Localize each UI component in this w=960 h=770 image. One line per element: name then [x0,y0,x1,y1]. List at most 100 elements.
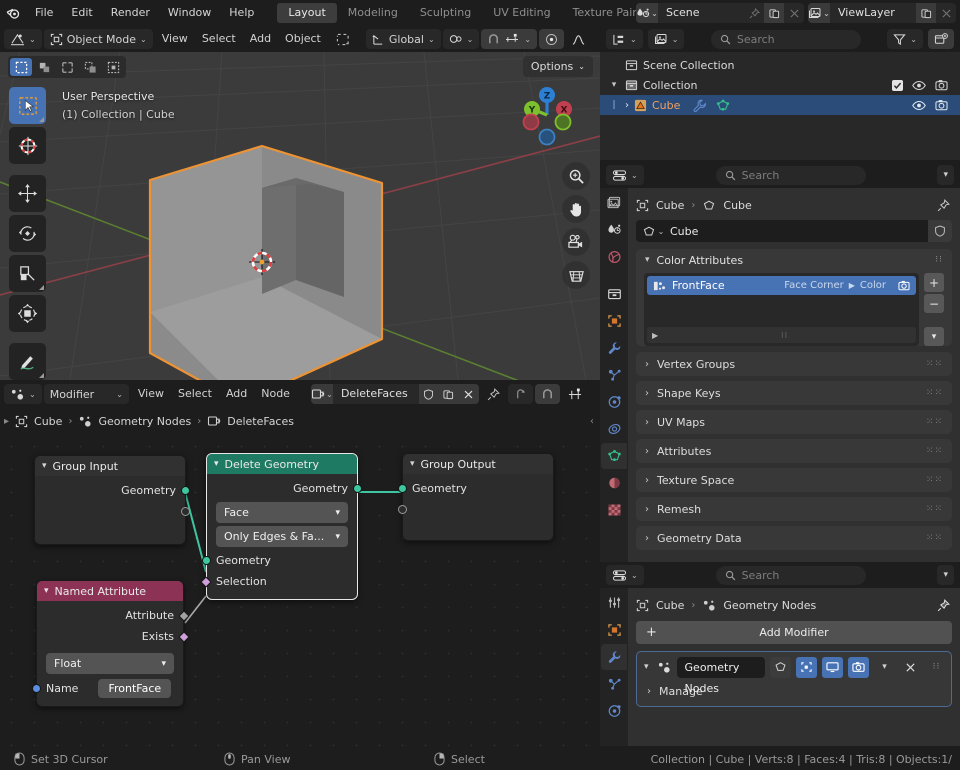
tab-scene[interactable] [601,281,627,307]
panel-drag-dots[interactable]: ⁙⁙ [926,359,943,369]
tab-particles[interactable] [601,362,627,388]
tab-output[interactable] [601,217,627,243]
node-snap-grid-icon[interactable] [562,384,588,404]
scene-icon[interactable]: ⌄ [636,3,658,23]
select-tweak-icon[interactable] [33,58,55,76]
outliner-display-mode-selector[interactable]: ⌄ [647,29,685,49]
snapping-controls[interactable]: ⌄ [481,29,538,49]
tab-physics[interactable] [601,389,627,415]
socket-row-geometry-out[interactable]: Geometry [207,478,362,499]
outliner-search-input[interactable]: Search [710,29,861,49]
node-delete-geometry[interactable]: ▾ Delete Geometry Geometry Face ▾ Only E… [200,453,362,600]
delete-scene-icon[interactable] [784,3,804,23]
node-delete-geometry-header[interactable]: ▾ Delete Geometry [207,454,357,474]
outliner-tree[interactable]: Scene Collection ▾ Collection | › Cube [600,52,960,160]
collection-disclosure-icon[interactable]: ▾ [608,80,620,90]
mesh-data-icon[interactable]: ⌄ [636,220,670,242]
cube-visibility-eye-icon[interactable] [912,100,926,111]
pivot-point-selector[interactable]: ⌄ [442,29,480,49]
viewlayer-icon[interactable]: ⌄ [808,3,830,23]
node-group-output-header[interactable]: ▾ Group Output [403,454,553,474]
top-menu-help[interactable]: Help [220,3,263,23]
properties-data-options-button[interactable]: ▾ [937,165,954,185]
panel-drag-dots[interactable]: ⁙⁙ [926,417,943,427]
panel-color-attributes-header[interactable]: ▾ Color Attributes ⁝⁝ [636,249,952,271]
node-group-name[interactable]: DeleteFaces [332,384,419,404]
panel-attributes[interactable]: › Attributes ⁙⁙ [636,439,952,463]
node-group-datablock[interactable]: ⌄ DeleteFaces [310,384,479,404]
remove-color-attribute-button[interactable]: − [924,294,944,313]
tab-modifiers[interactable] [601,644,627,670]
node-named-attribute[interactable]: ▾ Named Attribute Attribute Exists Float… [32,580,190,707]
color-attribute-row[interactable]: FrontFace Face Corner ▶ Color [647,276,916,295]
breadcrumb-expand-icon[interactable]: ▸ [4,416,9,427]
outliner-row-cube[interactable]: | › Cube [600,95,960,115]
panel-texture-space[interactable]: › Texture Space ⁙⁙ [636,468,952,492]
tool-rotate[interactable] [9,215,46,252]
properties-modifier-options-button[interactable]: ▾ [937,565,954,585]
top-menu-file[interactable]: File [26,3,62,23]
color-attributes-list-footer[interactable]: ▶ ⁝⁝ [647,327,916,343]
node-menu-select[interactable]: Select [171,384,219,404]
new-collection-button[interactable] [928,29,954,49]
remove-modifier-button[interactable] [900,657,921,678]
select-intersect-icon[interactable] [102,58,124,76]
mesh-datablock-field[interactable]: ⌄ Cube [636,220,952,242]
modifier-crumb-name[interactable]: Geometry Nodes [723,599,816,612]
breadcrumb-sidebar-toggle[interactable]: ‹ [590,416,594,427]
node-group-icon[interactable]: ⌄ [310,384,333,404]
camera-view-icon[interactable] [562,228,590,256]
tab-object[interactable] [601,617,627,643]
cube-render-camera-icon[interactable] [935,99,948,111]
panel-drag-dots[interactable]: ⁙⁙ [926,388,943,398]
socket-row-virtual[interactable] [398,499,553,520]
viewport-menu-select[interactable]: Select [195,29,243,49]
pin-scene-icon[interactable] [744,3,764,23]
node-menu-add[interactable]: Add [219,384,254,404]
socket-row-exists-out[interactable]: Exists [37,626,190,647]
panel-vertex-groups[interactable]: › Vertex Groups ⁙⁙ [636,352,952,376]
tab-view-layer[interactable] [601,244,627,270]
modifier-wrench-icon[interactable] [693,99,707,112]
panel-drag-dots[interactable]: ⁙⁙ [926,475,943,485]
panel-drag-dots[interactable]: ⁙⁙ [926,504,943,514]
render-display-toggle[interactable] [848,656,869,678]
tab-modifiers[interactable] [601,335,627,361]
properties-data-search-input[interactable]: Search [715,165,866,185]
node-group-output[interactable]: ▾ Group Output Geometry [398,453,554,541]
node-context-selector[interactable]: Modifier ⌄ [43,384,129,404]
node-menu-node[interactable]: Node [254,384,297,404]
collection-visibility-eye-icon[interactable] [912,80,926,91]
tab-render[interactable] [601,190,627,216]
socket-geometry-output[interactable] [353,484,362,493]
pan-hand-icon[interactable] [562,195,590,223]
socket-geometry-output[interactable] [181,486,190,495]
outliner-editor-type-selector[interactable]: ⌄ [606,29,643,49]
tab-object[interactable] [601,308,627,334]
workspace-tab-modeling[interactable]: Modeling [337,3,409,23]
workspace-tab-uv-editing[interactable]: UV Editing [482,3,561,23]
tab-physics[interactable] [601,698,627,724]
viewlayer-name[interactable]: ViewLayer [830,3,916,23]
panel-uv-maps[interactable]: › UV Maps ⁙⁙ [636,410,952,434]
mesh-select-mode-buttons[interactable] [8,56,126,78]
breadcrumb-nodegroup[interactable]: DeleteFaces [207,415,294,428]
scene-datablock[interactable]: ⌄ Scene [636,3,804,23]
pin-modifier-properties-icon[interactable] [937,598,950,612]
color-attribute-render-icon[interactable] [898,280,910,291]
select-mode-icon[interactable] [330,29,356,49]
socket-row-selection-in[interactable]: Selection [200,571,357,592]
socket-geometry-input[interactable] [202,556,211,565]
tool-select-box[interactable] [9,87,46,124]
pin-properties-icon[interactable] [937,198,950,212]
unlink-nodegroup-icon[interactable] [458,384,479,404]
select-extend-icon[interactable] [56,58,78,76]
viewport-options-button[interactable]: Options ⌄ [522,56,593,77]
duplicate-nodegroup-icon[interactable] [438,384,459,404]
tab-particles[interactable] [601,671,627,697]
properties-crumb-data[interactable]: Cube [723,199,751,212]
viewport-menu-object[interactable]: Object [278,29,328,49]
outliner-filter-button[interactable]: ⌄ [887,29,923,49]
properties-modifier-editor-type-selector[interactable]: ⌄ [606,565,644,585]
mode-dropdown[interactable]: Only Edges & Fa... ▾ [216,526,348,547]
